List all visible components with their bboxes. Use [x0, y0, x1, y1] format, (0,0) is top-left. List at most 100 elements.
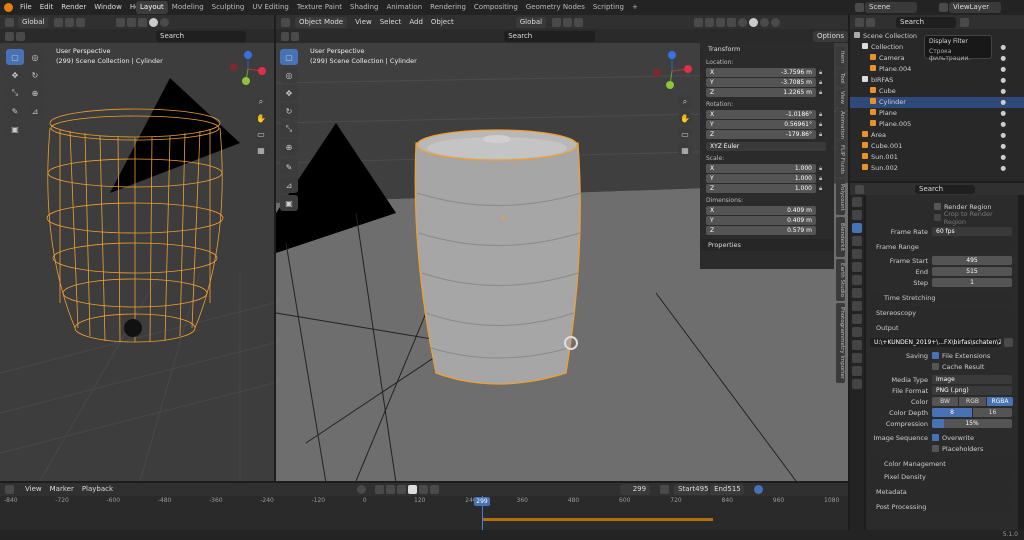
output-section[interactable]: Output: [870, 322, 1014, 334]
object-tab-icon[interactable]: [852, 288, 862, 298]
tab-photogrammetry[interactable]: Photogrammetry Importer: [836, 303, 845, 383]
zoom-icon[interactable]: ⌕: [678, 95, 692, 109]
file-format-dropdown[interactable]: PNG (.png): [932, 386, 1012, 395]
color-bw-button[interactable]: BW: [932, 397, 958, 406]
add-cube-tool-icon[interactable]: ▣: [280, 195, 298, 211]
pivot-icon[interactable]: [54, 17, 64, 27]
tab-texture-paint[interactable]: Texture Paint: [293, 1, 346, 14]
annotate-tool-icon[interactable]: ✎: [6, 103, 24, 119]
visibility-eye-icon[interactable]: ●: [1000, 119, 1006, 130]
pan-hand-icon[interactable]: ✋: [678, 111, 692, 125]
visibility-icon[interactable]: [116, 17, 126, 27]
rotate-tool-icon[interactable]: ↻: [280, 103, 298, 119]
folder-icon[interactable]: [1004, 338, 1013, 347]
main-nav-gizmo-icon[interactable]: [650, 49, 696, 93]
select-box-icon[interactable]: [5, 31, 14, 41]
visibility-eye-icon[interactable]: ●: [1000, 108, 1006, 119]
stereoscopy-section[interactable]: Stereoscopy: [870, 307, 1014, 319]
visibility-eye-icon[interactable]: ●: [1000, 42, 1006, 53]
left-viewport[interactable]: ▢ ◎ ✥ ↻ ⤡ ⊕ ✎ ⊿ ▣ User Perspective (299)…: [0, 43, 274, 481]
rotation-x-field[interactable]: X -1.0186°: [706, 110, 816, 119]
scale-tool-icon[interactable]: ⤡: [6, 85, 24, 101]
world-tab-icon[interactable]: [852, 262, 862, 272]
annotate-tool-icon[interactable]: ✎: [280, 159, 298, 175]
next-keyframe-icon[interactable]: [419, 485, 429, 494]
visibility-eye-icon[interactable]: ●: [1000, 163, 1006, 174]
menu-edit[interactable]: Edit: [36, 0, 58, 15]
outliner-item[interactable]: Cube.001 ●: [850, 141, 1024, 152]
current-frame-field[interactable]: 299: [620, 484, 651, 495]
tab-blenderkit[interactable]: Blenderkit: [836, 217, 845, 257]
measure-tool-icon[interactable]: ⊿: [26, 103, 44, 119]
shading-solid-icon[interactable]: [160, 17, 170, 27]
dimension-z-field[interactable]: Z 0.579 m: [706, 226, 816, 235]
collection-tab-icon[interactable]: [852, 275, 862, 285]
grid-ortho-icon[interactable]: ▦: [254, 143, 268, 157]
lock-icon[interactable]: 🔒︎: [819, 121, 822, 129]
physics-tab-icon[interactable]: [852, 327, 862, 337]
visibility-eye-icon[interactable]: ●: [1000, 130, 1006, 141]
shading-rendered-icon[interactable]: [771, 17, 781, 27]
rotation-mode-dropdown[interactable]: XYZ Euler: [706, 142, 826, 151]
tab-modeling[interactable]: Modeling: [168, 1, 208, 14]
mode-dropdown[interactable]: Object Mode: [295, 16, 348, 28]
tool-tab-icon[interactable]: [852, 197, 862, 207]
scale-x-field[interactable]: X 1.000: [706, 164, 816, 173]
media-type-dropdown[interactable]: Image: [932, 375, 1012, 384]
data-tab-icon[interactable]: [852, 353, 862, 363]
modifier-tab-icon[interactable]: [852, 301, 862, 311]
overwrite-checkbox[interactable]: [932, 434, 939, 441]
render-tab-icon[interactable]: [852, 210, 862, 220]
frame-rate-dropdown[interactable]: 60 fps: [932, 227, 1012, 236]
lock-icon[interactable]: 🔒︎: [819, 111, 822, 119]
placeholders-checkbox[interactable]: [932, 445, 939, 452]
lock-icon[interactable]: 🔒︎: [819, 79, 822, 87]
select-tool-icon[interactable]: ▢: [6, 49, 24, 65]
play-reverse-icon[interactable]: [397, 485, 407, 494]
tab-rendering[interactable]: Rendering: [426, 1, 470, 14]
options-dropdown[interactable]: Options: [812, 30, 848, 42]
camera-view-icon[interactable]: ▭: [254, 127, 268, 141]
menu-add[interactable]: Add: [405, 15, 427, 29]
timeline-ruler[interactable]: -840 -720 -600 -480 -360 -240 -120 0 120 240 360 48…: [0, 497, 848, 507]
shading-solid-icon[interactable]: [749, 17, 759, 27]
menu-file[interactable]: File: [16, 0, 36, 15]
prev-keyframe-icon[interactable]: [386, 485, 396, 494]
tab-animation[interactable]: Animation: [382, 1, 426, 14]
transform-header[interactable]: Transform: [700, 43, 834, 55]
file-extensions-checkbox[interactable]: [932, 352, 939, 359]
lock-icon[interactable]: 🔒︎: [819, 131, 822, 139]
main-viewport[interactable]: ▢ ◎ ✥ ↻ ⤡ ⊕ ✎ ⊿ ▣ User Perspective (299)…: [276, 43, 848, 481]
scale-z-field[interactable]: Z 1.000: [706, 184, 816, 193]
timeline-menu-marker[interactable]: Marker: [46, 483, 78, 496]
record-icon[interactable]: [357, 485, 367, 494]
material-tab-icon[interactable]: [852, 366, 862, 376]
shading-wire-icon[interactable]: [738, 17, 748, 27]
scene-name[interactable]: Scene: [865, 2, 917, 13]
lock-icon[interactable]: 🔒︎: [819, 69, 822, 77]
pixel-density-section[interactable]: Pixel Density: [870, 471, 1014, 483]
orientation-dropdown[interactable]: Global: [18, 16, 49, 28]
outliner-item[interactable]: Plane ●: [850, 108, 1024, 119]
select-extend-icon[interactable]: [291, 31, 300, 41]
tab-earth-studio[interactable]: Earth Studio: [836, 259, 845, 301]
select-extend-icon[interactable]: [16, 31, 25, 41]
select-box-icon[interactable]: [281, 31, 290, 41]
tab-layout[interactable]: Layout: [136, 1, 168, 14]
outliner-item[interactable]: Plane.004 ●: [850, 64, 1024, 75]
tab-item[interactable]: Item: [836, 47, 845, 67]
jump-start-icon[interactable]: [375, 485, 385, 494]
outliner-item[interactable]: Sun.002 ●: [850, 163, 1024, 174]
editor-type-icon[interactable]: [855, 17, 864, 27]
depth-8-button[interactable]: 8: [932, 408, 972, 417]
editor-type-icon[interactable]: [5, 485, 14, 494]
crop-checkbox[interactable]: [934, 214, 941, 221]
visibility-eye-icon[interactable]: ●: [1000, 86, 1006, 97]
auto-keying-icon[interactable]: [754, 485, 764, 494]
blender-logo-icon[interactable]: [4, 3, 13, 12]
add-workspace-icon[interactable]: +: [628, 1, 642, 14]
color-rgb-button[interactable]: RGB: [959, 397, 986, 406]
cursor-tool-icon[interactable]: ◎: [280, 67, 298, 83]
menu-object[interactable]: Object: [427, 15, 458, 29]
timeline-body[interactable]: -840 -720 -600 -480 -360 -240 -120 0 120 240 360 48…: [0, 496, 848, 530]
